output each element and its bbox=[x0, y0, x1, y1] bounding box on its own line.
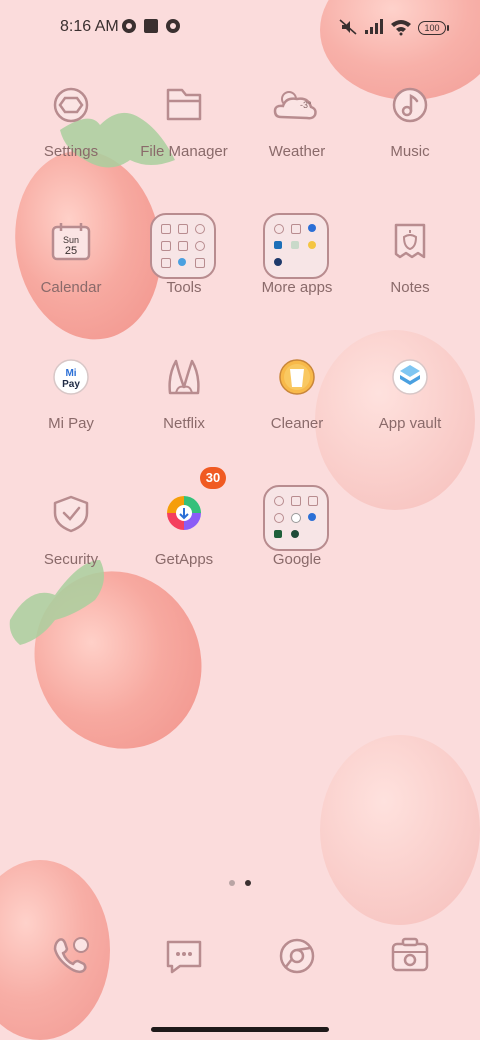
app-label: Notes bbox=[390, 279, 430, 296]
app-mi-pay[interactable]: Mi Pay Mi Pay bbox=[15, 357, 127, 477]
phone-icon[interactable] bbox=[49, 934, 93, 978]
app-music[interactable]: Music bbox=[354, 85, 466, 205]
mi-pay-logo-text: Pay bbox=[62, 379, 80, 390]
app-settings[interactable]: Settings bbox=[15, 85, 127, 205]
app-file-manager[interactable]: File Manager bbox=[128, 85, 240, 205]
app-label: More apps bbox=[261, 279, 333, 296]
home-gesture-bar[interactable] bbox=[151, 1027, 329, 1032]
mute-icon bbox=[339, 19, 357, 35]
notification-icon bbox=[122, 19, 136, 33]
folder-icon bbox=[263, 485, 329, 551]
app-app-vault[interactable]: App vault bbox=[354, 357, 466, 477]
notification-badge: 30 bbox=[200, 467, 226, 489]
app-folder-tools[interactable]: Tools bbox=[128, 207, 240, 327]
battery-icon: 100 bbox=[418, 21, 449, 35]
app-getapps[interactable]: GetApps bbox=[128, 493, 240, 613]
folder-icon bbox=[150, 213, 216, 279]
status-time: 8:16 AM bbox=[60, 18, 119, 35]
notification-icon bbox=[166, 19, 180, 33]
signal-icon bbox=[365, 19, 383, 34]
app-label: GetApps bbox=[154, 551, 214, 568]
app-netflix[interactable]: Netflix bbox=[128, 357, 240, 477]
app-label: File Manager bbox=[140, 143, 228, 160]
weather-temp: -3° bbox=[300, 100, 312, 110]
app-label: Security bbox=[43, 551, 99, 568]
app-label: Weather bbox=[268, 143, 326, 160]
app-label: Calendar bbox=[40, 279, 102, 296]
calendar-day: Sun bbox=[63, 235, 79, 245]
status-bar: 8:16 AM 100 bbox=[0, 0, 480, 56]
svg-text:Mi: Mi bbox=[65, 368, 76, 379]
folder-icon bbox=[263, 213, 329, 279]
app-calendar[interactable]: Sun 25 Calendar bbox=[15, 221, 127, 341]
calendar-date: 25 bbox=[65, 245, 77, 257]
app-security[interactable]: Security bbox=[15, 493, 127, 613]
app-label: Mi Pay bbox=[48, 415, 94, 432]
app-label: App vault bbox=[378, 415, 442, 432]
app-cleaner[interactable]: Cleaner bbox=[241, 357, 353, 477]
app-label: Music bbox=[390, 143, 430, 160]
app-label: Google bbox=[272, 551, 322, 568]
app-label: Tools bbox=[166, 279, 202, 296]
page-indicator-dot[interactable] bbox=[229, 880, 235, 886]
app-label: Settings bbox=[43, 143, 99, 160]
wifi-icon bbox=[391, 20, 411, 36]
app-folder-google[interactable]: Google bbox=[241, 479, 353, 599]
app-notes[interactable]: Notes bbox=[354, 221, 466, 341]
messages-icon[interactable] bbox=[162, 934, 206, 978]
camera-icon[interactable] bbox=[388, 934, 432, 978]
app-label: Cleaner bbox=[270, 415, 324, 432]
app-weather[interactable]: -3° Weather bbox=[241, 85, 353, 205]
app-folder-more-apps[interactable]: More apps bbox=[241, 207, 353, 327]
square-notification-icon bbox=[144, 19, 158, 33]
chrome-icon[interactable] bbox=[275, 934, 319, 978]
page-indicator-dot-active[interactable] bbox=[245, 880, 251, 886]
app-label: Netflix bbox=[163, 415, 205, 432]
